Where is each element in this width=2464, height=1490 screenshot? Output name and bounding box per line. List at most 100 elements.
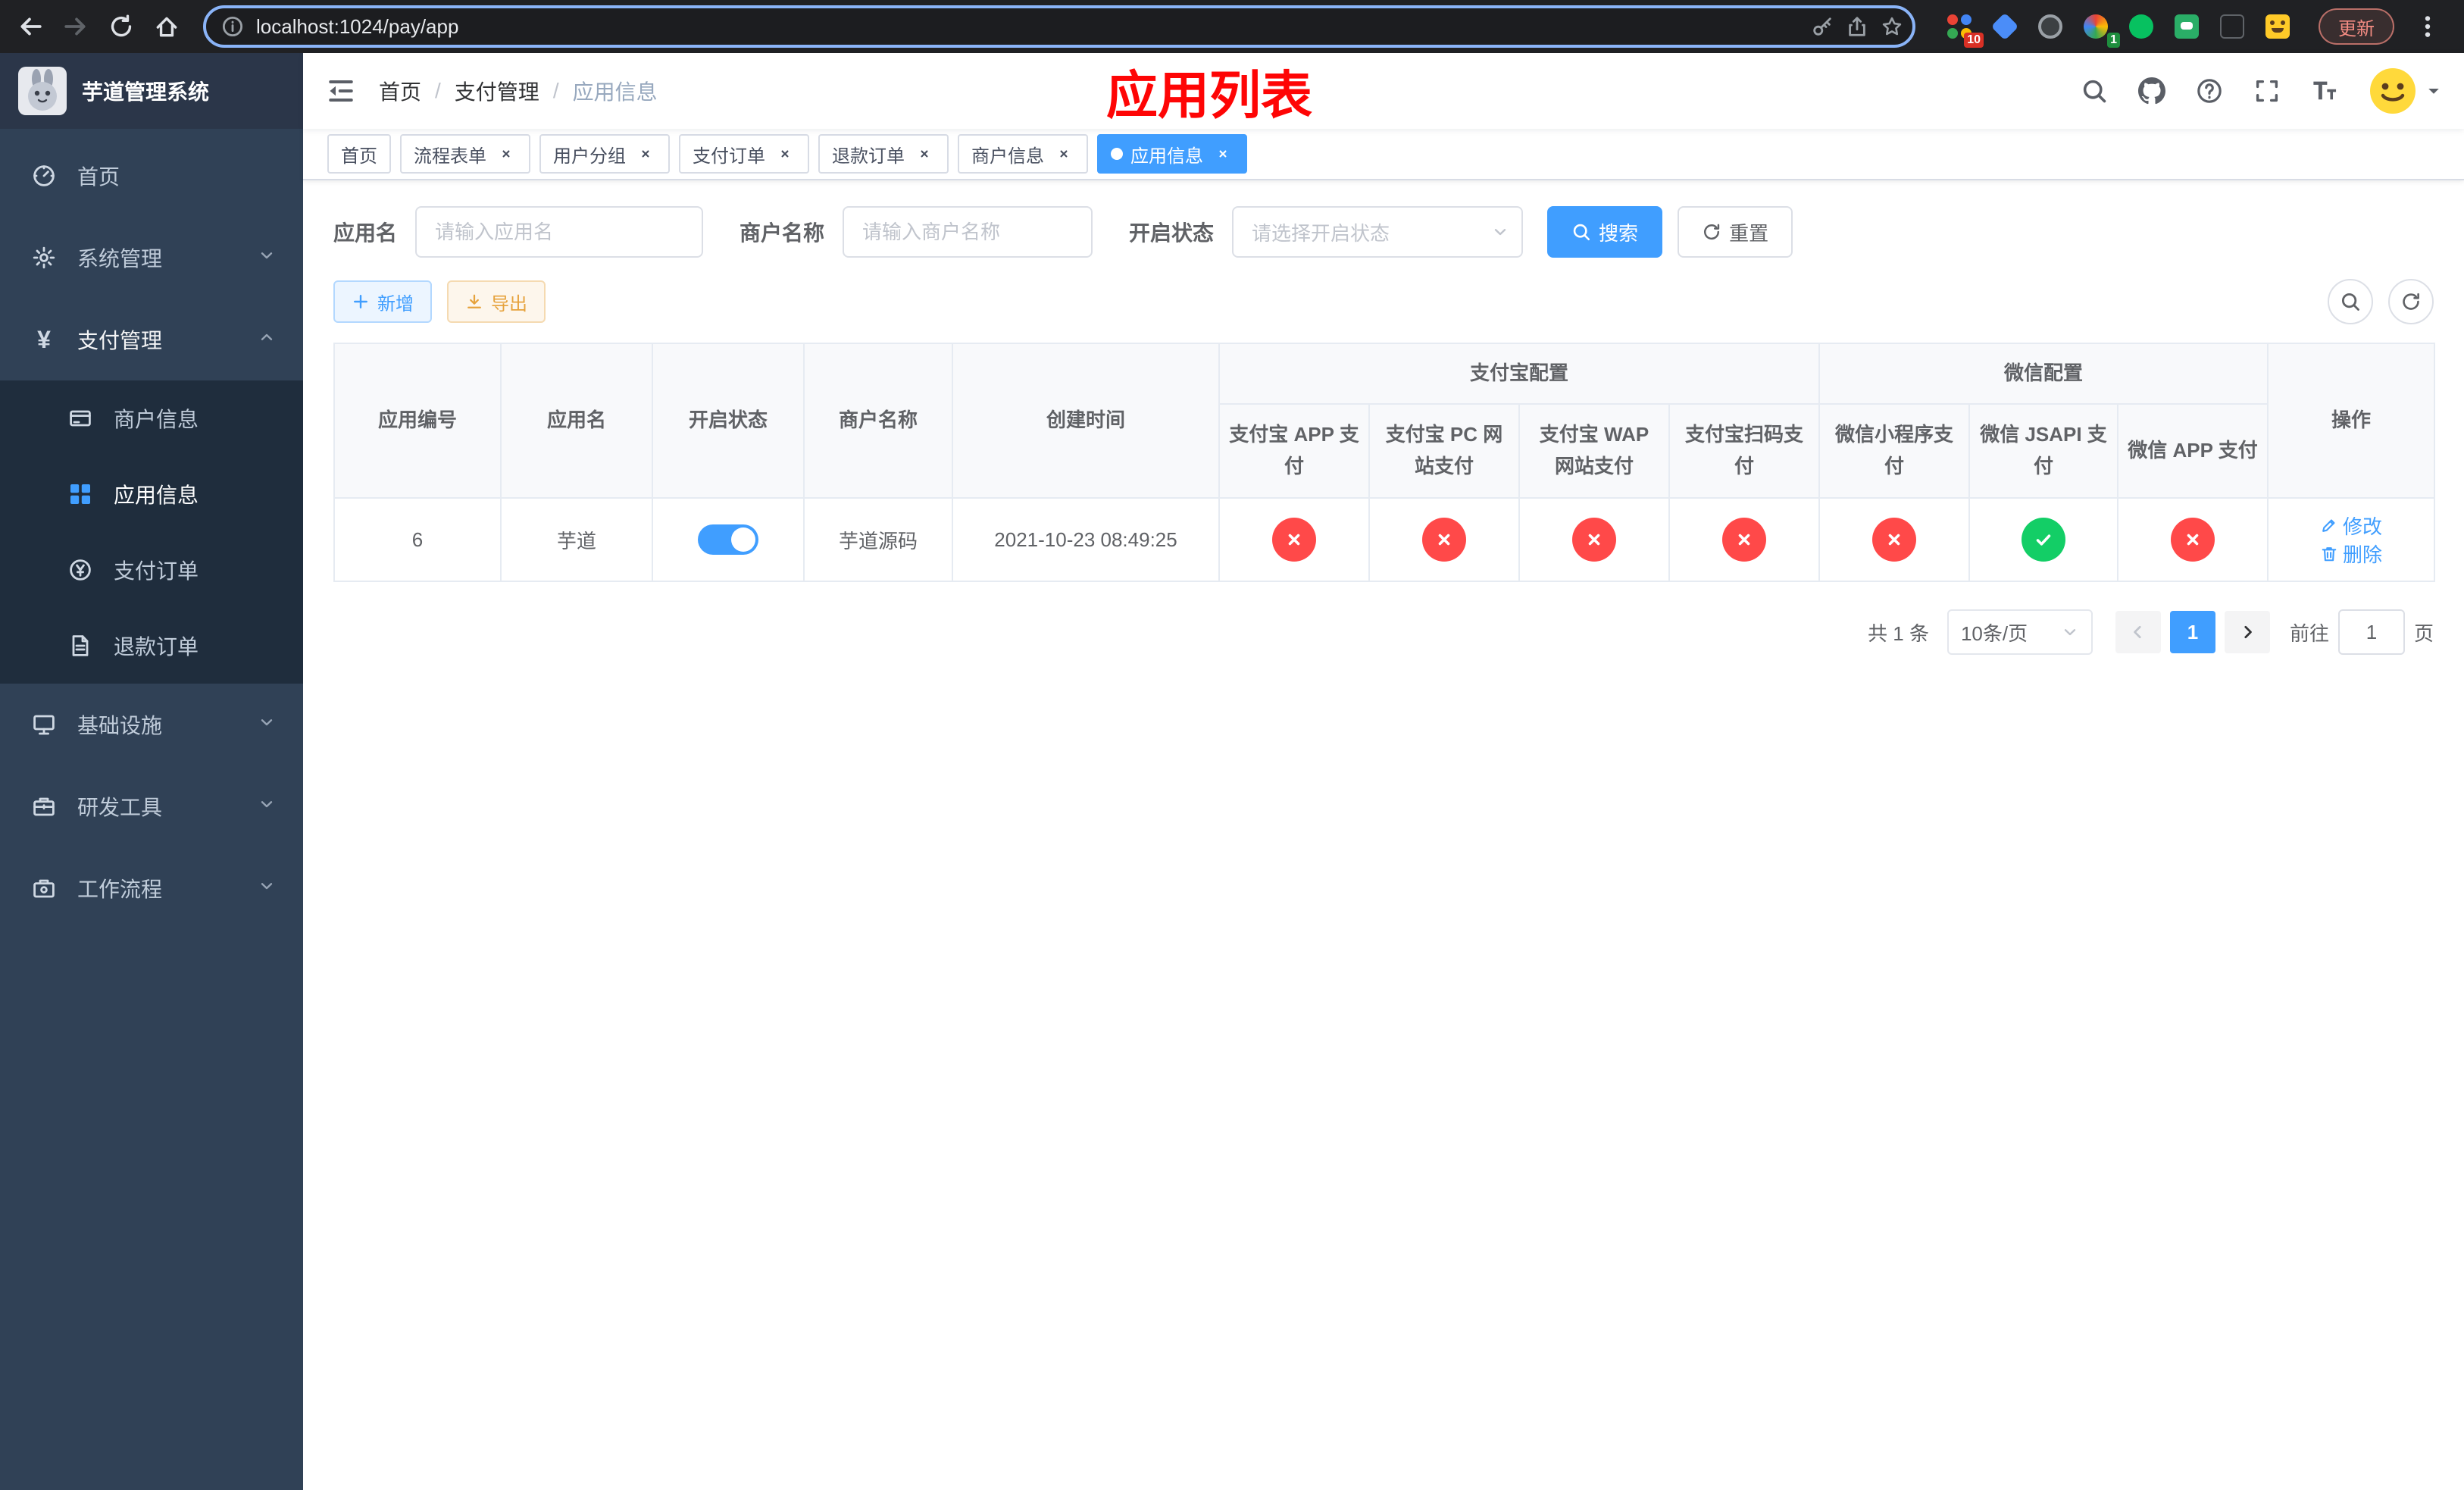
cell-create-time: 2021-10-23 08:49:25 xyxy=(952,497,1220,582)
extension-icon-colorwheel[interactable]: 1 xyxy=(2082,13,2120,48)
font-size-icon[interactable] xyxy=(2311,77,2338,105)
sidebar-subitem-app-info[interactable]: 应用信息 xyxy=(0,456,303,532)
tab-label: 商户信息 xyxy=(971,146,1044,167)
sidebar-item-home[interactable]: 首页 xyxy=(0,135,303,217)
table-row: 6 芋道 芋道源码 2021-10-23 08:49:25 修改 删除 xyxy=(333,497,2436,582)
refresh-icon xyxy=(2400,291,2422,312)
tab-close-icon[interactable] xyxy=(1053,143,1074,164)
col-header: 应用名 xyxy=(500,343,653,499)
active-dot xyxy=(1111,148,1123,160)
col-header: 创建时间 xyxy=(952,343,1220,499)
sidebar-toggle[interactable] xyxy=(303,53,379,129)
sidebar-item-system[interactable]: 系统管理 xyxy=(0,217,303,299)
app-logo[interactable]: 芋道管理系统 xyxy=(0,53,303,129)
breadcrumb-home[interactable]: 首页 xyxy=(379,76,421,106)
tab-pay-order[interactable]: 支付订单 xyxy=(679,134,809,174)
docs-help-icon[interactable] xyxy=(2196,77,2223,105)
tab-label: 退款订单 xyxy=(832,146,905,167)
extension-icon-dark-square[interactable] xyxy=(2219,13,2246,40)
page-number-current[interactable]: 1 xyxy=(2169,611,2215,653)
merchant-name-input[interactable] xyxy=(843,206,1093,258)
sidebar-item-payment[interactable]: ¥ 支付管理 xyxy=(0,299,303,380)
page-title-annotation: 应用列表 xyxy=(1105,67,1313,125)
extension-badge-green: 1 xyxy=(2107,33,2120,48)
plus-icon xyxy=(352,293,370,311)
status-toggle[interactable] xyxy=(698,524,758,555)
group-header-alipay: 支付宝配置 xyxy=(1218,343,1821,405)
tab-label: 首页 xyxy=(341,146,377,167)
extension-badge-red: 10 xyxy=(1964,33,1984,48)
add-button[interactable]: 新增 xyxy=(333,280,432,323)
dots-vertical-icon xyxy=(2415,14,2441,39)
tab-close-icon[interactable] xyxy=(774,143,796,164)
share-icon[interactable] xyxy=(1846,15,1868,38)
user-avatar[interactable] xyxy=(2369,67,2443,115)
edit-link[interactable]: 修改 xyxy=(2320,512,2382,540)
chevron-down-icon xyxy=(258,876,276,900)
sidebar-subitem-pay-order[interactable]: 支付订单 xyxy=(0,532,303,608)
tab-close-icon[interactable] xyxy=(914,143,935,164)
extension-icon-green-square[interactable] xyxy=(2173,13,2200,40)
sub-col-header: 支付宝 WAP 网站支付 xyxy=(1518,403,1670,499)
app-frame: 芋道管理系统 首页 系统管理 ¥ 支付管理 商户信息 应用信息 支付订单 退款订单 基础设施 研发… xyxy=(0,53,2464,1490)
delete-link[interactable]: 删除 xyxy=(2320,540,2382,568)
bookmark-star-icon[interactable] xyxy=(1881,15,1903,38)
sidebar-item-infra[interactable]: 基础设施 xyxy=(0,684,303,765)
tab-process-form[interactable]: 流程表单 xyxy=(400,134,530,174)
extension-icon-dark-circle[interactable] xyxy=(2037,13,2064,40)
tab-home[interactable]: 首页 xyxy=(327,134,391,174)
tab-close-icon[interactable] xyxy=(496,143,517,164)
home-button[interactable] xyxy=(145,5,188,48)
refresh-table-button[interactable] xyxy=(2388,279,2434,324)
export-button[interactable]: 导出 xyxy=(447,280,546,323)
sidebar-subitem-refund-order[interactable]: 退款订单 xyxy=(0,608,303,684)
reset-button[interactable]: 重置 xyxy=(1678,206,1793,258)
chevron-left-icon xyxy=(2129,623,2147,641)
forward-icon xyxy=(63,14,89,39)
home-icon xyxy=(154,14,180,39)
status-select[interactable]: 请选择开启状态 xyxy=(1232,206,1524,258)
tab-user-group[interactable]: 用户分组 xyxy=(539,134,670,174)
reload-button[interactable] xyxy=(100,5,142,48)
site-info-icon[interactable] xyxy=(221,15,244,38)
browser-menu-button[interactable] xyxy=(2406,5,2449,48)
address-bar[interactable]: localhost:1024/pay/app xyxy=(203,5,1915,48)
sidebar-subitem-merchant-info[interactable]: 商户信息 xyxy=(0,380,303,456)
search-button[interactable]: 搜索 xyxy=(1547,206,1663,258)
goto-suffix: 页 xyxy=(2413,621,2434,645)
breadcrumb-payment[interactable]: 支付管理 xyxy=(455,76,539,106)
tab-refund-order[interactable]: 退款订单 xyxy=(818,134,949,174)
table-header: 应用编号 应用名 开启状态 商户名称 创建时间 支付宝配置 微信配置 操作 支付宝 APP 支付… xyxy=(333,343,2436,499)
sidebar-item-dev-tools[interactable]: 研发工具 xyxy=(0,765,303,847)
github-icon[interactable] xyxy=(2138,77,2165,105)
grid-icon xyxy=(67,482,94,506)
chevron-down-icon xyxy=(2061,623,2079,641)
extension-icon-blue[interactable] xyxy=(1990,12,2019,41)
page-size-select[interactable]: 10条/页 xyxy=(1946,609,2093,655)
browser-update-button[interactable]: 更新 xyxy=(2319,8,2394,45)
tab-app-info[interactable]: 应用信息 xyxy=(1097,134,1247,174)
app-name-input[interactable] xyxy=(415,206,704,258)
goto-page-input[interactable] xyxy=(2337,609,2405,655)
url-text[interactable]: localhost:1024/pay/app xyxy=(256,15,1811,39)
sidebar-subitem-label: 支付订单 xyxy=(114,559,199,583)
tab-close-icon[interactable] xyxy=(635,143,656,164)
extension-icon-face[interactable] xyxy=(2264,13,2291,40)
toggle-search-button[interactable] xyxy=(2328,279,2373,324)
tab-merchant-info[interactable]: 商户信息 xyxy=(958,134,1088,174)
sub-col-header: 支付宝扫码支付 xyxy=(1668,403,1821,499)
prev-page-button[interactable] xyxy=(2115,611,2161,653)
forward-button[interactable] xyxy=(55,5,97,48)
tab-close-icon[interactable] xyxy=(1212,143,1234,164)
extension-icon-grid[interactable]: 10 xyxy=(1946,13,1984,48)
sidebar-item-workflow[interactable]: 工作流程 xyxy=(0,847,303,929)
next-page-button[interactable] xyxy=(2224,611,2270,653)
password-key-icon[interactable] xyxy=(1811,15,1834,38)
cross-circle-icon xyxy=(1722,518,1766,562)
navbar-actions xyxy=(2081,67,2464,115)
extension-icon-green-circle[interactable] xyxy=(2128,13,2155,40)
header-search-icon[interactable] xyxy=(2081,77,2108,105)
fullscreen-icon[interactable] xyxy=(2253,77,2281,105)
back-button[interactable] xyxy=(9,5,52,48)
status-label: 开启状态 xyxy=(1129,221,1215,245)
